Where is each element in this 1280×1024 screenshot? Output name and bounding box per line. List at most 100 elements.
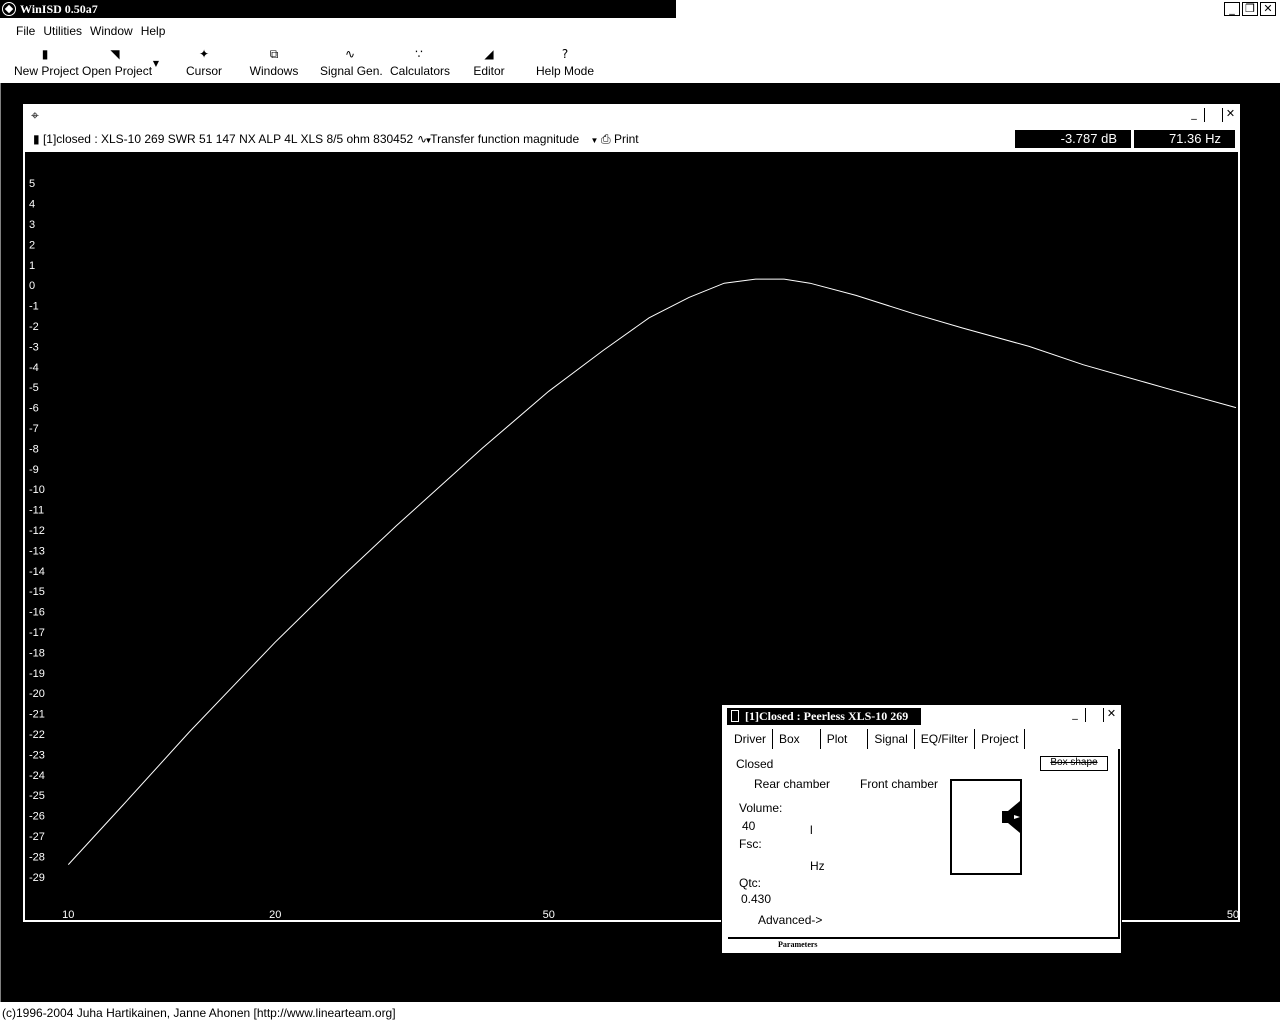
volume-value[interactable]: 40 [742, 819, 755, 833]
y-tick-label: -29 [29, 872, 45, 884]
main-toolbar: ▮ New Project ◥ Open Project ▼ ✦ Cursor … [0, 44, 1280, 80]
y-tick-label: -2 [29, 321, 39, 333]
box-shape-button[interactable]: Box shape [1040, 756, 1108, 771]
project-select[interactable]: ▮ [1]closed : XLS-10 269 SWR 51 147 NX A… [33, 132, 432, 146]
speaker-icon [731, 710, 739, 722]
y-tick-label: -18 [29, 647, 45, 659]
plot-type-select[interactable]: ∿ Transfer function magnitude ▼ [417, 132, 598, 146]
graph-minimize-button[interactable]: _ [1186, 108, 1202, 122]
windows-icon: ⧉ [269, 47, 279, 61]
app-logo-icon [2, 2, 16, 16]
project-select-value: [1]closed : XLS-10 269 SWR 51 147 NX ALP… [42, 132, 414, 146]
y-tick-label: -20 [29, 688, 45, 700]
editor-button[interactable]: ◢ Editor [470, 44, 508, 78]
y-tick-label: 3 [29, 219, 35, 231]
cursor-label: Cursor [185, 64, 222, 78]
tab-signal[interactable]: Signal [868, 729, 915, 749]
open-project-dropdown[interactable]: ▼ [150, 54, 162, 74]
x-tick-label: 20 [269, 909, 281, 920]
calculators-label: Calculators [390, 64, 451, 78]
close-button[interactable]: ✕ [1260, 2, 1276, 16]
app-titlebar[interactable]: WinISD 0.50a7 [0, 0, 676, 18]
menu-bar: File Utilities Window Help [0, 22, 169, 40]
qtc-label: Qtc: [739, 876, 762, 890]
cursor-hz-readout: 71.36 Hz [1134, 130, 1235, 148]
y-tick-label: -4 [29, 362, 39, 374]
crosshair-icon: ✦ [198, 47, 210, 61]
print-button[interactable]: ⎙ Print [601, 132, 639, 147]
y-tick-label: -19 [29, 668, 45, 680]
volume-label: Volume: [739, 801, 783, 815]
menu-file[interactable]: File [12, 22, 39, 40]
x-tick-label: 50 [543, 909, 555, 920]
y-tick-label: -26 [29, 811, 45, 823]
box-diagram [950, 779, 1022, 875]
tab-driver[interactable]: Driver [728, 729, 773, 749]
print-label: Print [613, 132, 639, 146]
y-tick-label: -7 [29, 423, 39, 435]
tab-project[interactable]: Project [975, 729, 1026, 749]
chevron-down-icon: ▼ [590, 136, 599, 145]
dropdown-arrow-icon: ▼ [152, 59, 160, 68]
rear-chamber-label: Rear chamber [754, 777, 831, 791]
menu-utilities[interactable]: Utilities [39, 22, 86, 40]
minimize-button[interactable]: _ [1224, 2, 1240, 16]
status-bar: (c)1996-2004 Juha Hartikainen, Janne Aho… [0, 1003, 1280, 1024]
graph-maximize-button[interactable] [1204, 108, 1220, 122]
tab-plot[interactable]: Plot [819, 729, 869, 749]
calculator-icon: ∵ [415, 47, 423, 61]
new-project-label: New Project [14, 64, 79, 78]
y-tick-label: 5 [29, 178, 35, 190]
y-tick-label: -8 [29, 443, 39, 455]
signal-gen-button[interactable]: ∿ Signal Gen. [320, 44, 383, 78]
windows-button[interactable]: ⧉ Windows [248, 44, 300, 78]
y-tick-label: -15 [29, 586, 45, 598]
printer-icon: ⎙ [601, 132, 611, 146]
parameters-titlebar[interactable]: [1]Closed : Peerless XLS-10 269 [727, 708, 921, 725]
y-tick-label: -24 [29, 770, 45, 782]
front-chamber-label: Front chamber [860, 777, 939, 791]
y-tick-label: -23 [29, 749, 45, 761]
restore-button[interactable]: ❐ [1242, 2, 1258, 16]
signal-gen-label: Signal Gen. [320, 64, 383, 78]
crosshair-icon[interactable]: ⌖ [31, 108, 39, 124]
y-tick-label: -17 [29, 627, 45, 639]
box-tab-panel: Closed Box shape Rear chamber Front cham… [728, 749, 1120, 939]
y-tick-label: -28 [29, 851, 45, 863]
params-minimize-button[interactable]: _ [1067, 708, 1083, 722]
parameters-window-controls: _ ✕ [1067, 708, 1119, 722]
menu-window[interactable]: Window [86, 22, 137, 40]
cursor-button[interactable]: ✦ Cursor [184, 44, 224, 78]
y-tick-label: -22 [29, 729, 45, 741]
params-close-button[interactable]: ✕ [1103, 708, 1119, 722]
windows-label: Windows [249, 64, 299, 78]
parameters-window: [1]Closed : Peerless XLS-10 269 _ ✕ Driv… [721, 704, 1122, 954]
params-maximize-button[interactable] [1085, 708, 1101, 722]
question-icon: ? [561, 47, 569, 61]
graph-close-button[interactable]: ✕ [1222, 108, 1238, 122]
help-mode-button[interactable]: ? Help Mode [536, 44, 594, 78]
new-project-icon: ▮ [41, 47, 49, 61]
editor-label: Editor [473, 64, 505, 78]
sine-wave-icon: ∿ [344, 47, 356, 61]
y-tick-label: -5 [29, 382, 39, 394]
cursor-db-readout: -3.787 dB [1015, 130, 1131, 148]
parameters-tabs: Driver Box Plot Signal EQ/Filter Project [728, 729, 1026, 749]
open-project-button[interactable]: ◥ Open Project [82, 44, 153, 78]
advanced-link[interactable]: Advanced-> [758, 913, 822, 927]
speaker-icon: ▮ [33, 132, 40, 146]
y-tick-label: 2 [29, 239, 35, 251]
new-project-button[interactable]: ▮ New Project [14, 44, 79, 78]
x-tick-label: 10 [62, 909, 74, 920]
open-project-label: Open Project [82, 64, 153, 78]
volume-unit: l [810, 823, 813, 837]
y-tick-label: -25 [29, 790, 45, 802]
calculators-button[interactable]: ∵ Calculators [390, 44, 451, 78]
menu-help[interactable]: Help [137, 22, 170, 40]
tab-box[interactable]: Box [773, 729, 820, 749]
y-tick-label: -10 [29, 484, 45, 496]
y-tick-label: -16 [29, 607, 45, 619]
y-tick-label: -6 [29, 403, 39, 415]
tab-eq-filter[interactable]: EQ/Filter [915, 729, 976, 749]
help-mode-label: Help Mode [536, 64, 595, 78]
